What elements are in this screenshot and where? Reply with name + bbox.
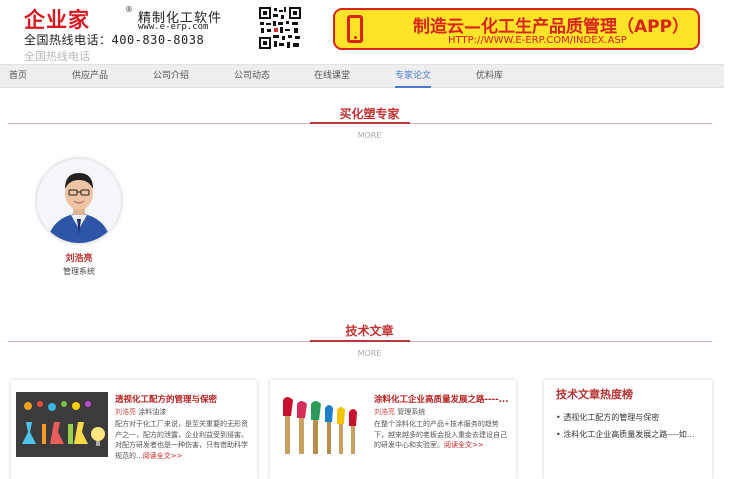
article-title[interactable]: 涂料化工企业高质量发展之路----...	[374, 393, 512, 405]
hotline-text: 全国热线电话：400-830-8038	[24, 33, 205, 47]
nav-item-home[interactable]: 首页	[9, 65, 27, 88]
article-category: 涂料油漆	[138, 408, 167, 416]
article-meta: 刘浩亮 涂料油漆	[115, 407, 166, 417]
nav-item-about[interactable]: 公司介绍	[153, 65, 189, 88]
banner-url[interactable]: HTTP://WWW.E-ERP.COM/INDEX.ASP	[448, 35, 627, 46]
articles-section-accent	[310, 340, 410, 342]
nav-item-news[interactable]: 公司动态	[234, 65, 270, 88]
articles-more-link[interactable]: MORE	[0, 349, 739, 358]
read-more-link[interactable]: 阅读全文>>	[143, 452, 183, 460]
expert-role: 管理系统	[63, 267, 95, 276]
expert-avatar[interactable]	[37, 159, 121, 243]
read-more-link[interactable]: 阅读全文>>	[444, 441, 484, 449]
hot-article-item[interactable]: • 透视化工配方的管理与保密	[556, 412, 708, 423]
nav-item-products[interactable]: 供应产品	[72, 65, 108, 88]
article-meta: 刘浩亮 管理系统	[374, 407, 425, 417]
article-author[interactable]: 刘浩亮	[115, 408, 136, 416]
article-author[interactable]: 刘浩亮	[374, 408, 395, 416]
article-thumbnail[interactable]	[275, 392, 367, 457]
qr-code-icon	[258, 6, 302, 50]
hotline-faint-text: 全国热线电话	[24, 50, 90, 63]
phone-icon	[347, 15, 363, 43]
expert-name[interactable]: 刘浩亮	[37, 251, 121, 264]
nav-item-expert-papers[interactable]: 专家论文	[395, 65, 432, 88]
article-category: 管理系统	[397, 408, 426, 416]
hot-articles-panel: 技术文章热度榜 • 透视化工配方的管理与保密 • 涂料化工企业高质量发展之路--…	[544, 380, 712, 479]
nav-item-classroom[interactable]: 在线课堂	[314, 65, 350, 88]
banner-title: 制造云—化工生产品质管理（APP）	[413, 17, 690, 37]
logo-brand-text: 企业家	[24, 8, 90, 32]
article-excerpt: 配方对于化工厂来说，是至关重要的无形资产之一，配方的泄露，企业利益受到侵害。对配…	[115, 419, 251, 471]
main-nav: 首页 供应产品 公司介绍 公司动态 在线课堂 专家论文 优料库	[0, 64, 724, 88]
experts-more-link[interactable]: MORE	[0, 131, 739, 140]
logo-registered-mark: ®	[125, 5, 133, 14]
hot-articles-title: 技术文章热度榜	[556, 388, 633, 401]
articles-section-title: 技术文章	[345, 324, 394, 338]
nav-item-materials[interactable]: 优料库	[476, 65, 503, 88]
app-promo-banner[interactable]: 制造云—化工生产品质管理（APP） HTTP://WWW.E-ERP.COM/I…	[333, 8, 700, 50]
article-card[interactable]: 涂料化工企业高质量发展之路----... 刘浩亮 管理系统 在整个涂料化工的产品…	[270, 380, 516, 479]
article-card[interactable]: 透视化工配方的管理与保密 刘浩亮 涂料油漆 配方对于化工厂来说，是至关重要的无形…	[11, 380, 257, 479]
article-title[interactable]: 透视化工配方的管理与保密	[115, 393, 251, 405]
article-thumbnail[interactable]	[16, 392, 108, 457]
experts-section-accent	[310, 122, 410, 124]
site-logo[interactable]: 企业家 ® 精制化工软件 www.e-erp.com 全国热线电话：400-83…	[24, 4, 234, 63]
article-excerpt-text: 在整个涂料化工的产品+技术服务的趋势下，越来越多的老板会投入重金去建设自己的研发…	[374, 420, 507, 449]
article-excerpt: 在整个涂料化工的产品+技术服务的趋势下，越来越多的老板会投入重金去建设自己的研发…	[374, 419, 510, 471]
experts-section-title: 买化塑专家	[339, 107, 400, 121]
site-header: 企业家 ® 精制化工软件 www.e-erp.com 全国热线电话：400-83…	[0, 0, 739, 64]
hot-article-item[interactable]: • 涂料化工企业高质量发展之路----如...	[556, 429, 708, 440]
